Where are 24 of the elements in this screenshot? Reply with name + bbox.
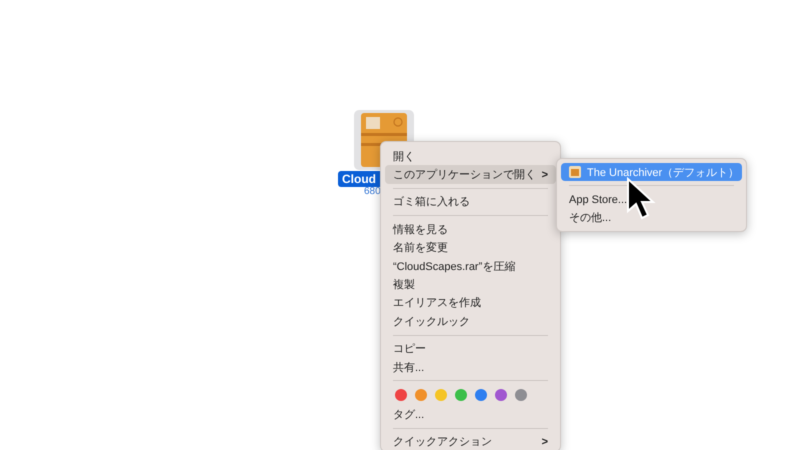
menu-item[interactable]: App Store...: [561, 190, 742, 209]
menu-item[interactable]: ゴミ箱に入れる: [385, 192, 556, 212]
menu-item[interactable]: その他...: [561, 208, 742, 228]
menu-item[interactable]: 共有...: [385, 358, 556, 376]
menu-item[interactable]: このアプリケーションで開く >: [385, 165, 556, 184]
menu-item[interactable]: “CloudScapes.rar”を圧縮: [385, 256, 556, 276]
archive-app-icon: [569, 166, 581, 178]
menu-item[interactable]: 開く: [385, 147, 556, 166]
file-size: 680: [364, 186, 381, 197]
tag-color-dot[interactable]: [515, 389, 527, 402]
tag-color-dot[interactable]: [395, 389, 407, 402]
menu-item[interactable]: 複製: [385, 275, 556, 294]
menu-item[interactable]: 情報を見る: [385, 220, 556, 239]
menu-item[interactable]: クイックアクション >: [385, 432, 556, 450]
menu-item[interactable]: タグ...: [385, 405, 556, 424]
tag-color-dot[interactable]: [475, 389, 487, 402]
menu-item[interactable]: エイリアスを作成: [385, 294, 556, 312]
menu-item[interactable]: クイックルック: [385, 312, 556, 331]
tag-color-dot[interactable]: [415, 389, 427, 402]
tag-color-dot[interactable]: [495, 389, 507, 402]
tag-color-dot[interactable]: [455, 389, 467, 402]
menu-item[interactable]: コピー: [385, 340, 556, 358]
tag-color-dot[interactable]: [435, 389, 447, 402]
menu-item[interactable]: 名前を変更: [385, 238, 556, 257]
